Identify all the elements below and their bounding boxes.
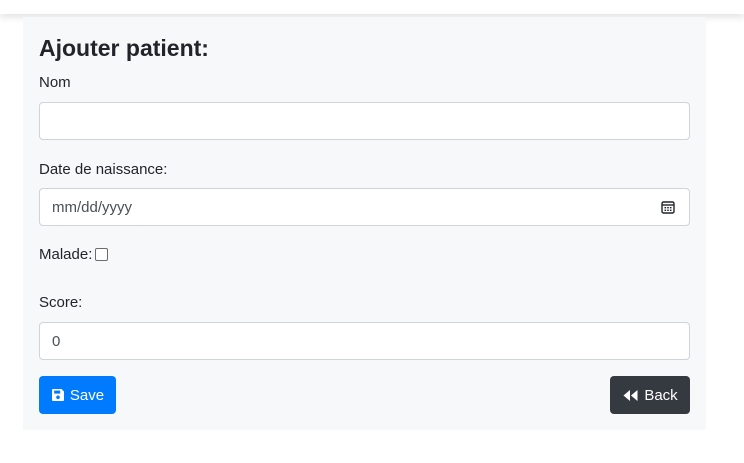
rewind-icon: [622, 389, 639, 402]
malade-checkbox[interactable]: [95, 248, 109, 261]
top-navbar-shadow: [0, 0, 744, 14]
score-input[interactable]: [39, 322, 690, 360]
form-title: Ajouter patient:: [39, 35, 209, 61]
calendar-icon[interactable]: [661, 200, 675, 214]
date-placeholder: mm/dd/yyyy: [52, 198, 133, 216]
save-button-label: Save: [69, 386, 105, 404]
save-button[interactable]: Save: [39, 376, 116, 414]
back-button[interactable]: Back: [610, 376, 690, 414]
date-label: Date de naissance:: [39, 161, 168, 178]
date-input[interactable]: mm/dd/yyyy: [39, 188, 690, 226]
nom-input[interactable]: [39, 102, 690, 140]
floppy-disk-icon: [51, 388, 65, 402]
malade-label: Malade:: [39, 246, 93, 263]
malade-row: Malade:: [39, 246, 109, 263]
back-button-label: Back: [644, 386, 678, 404]
nom-label: Nom: [39, 74, 71, 91]
score-label: Score:: [39, 294, 83, 311]
add-patient-form: Ajouter patient: Nom Date de naissance: …: [23, 17, 706, 430]
